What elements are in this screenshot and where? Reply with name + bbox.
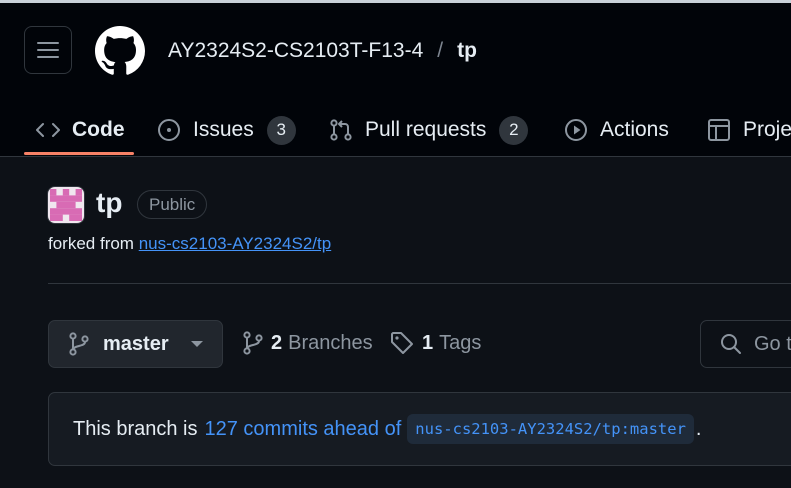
tab-issues[interactable]: Issues 3: [157, 103, 296, 157]
tab-code[interactable]: Code: [36, 103, 125, 157]
pull-requests-count-badge: 2: [499, 115, 529, 145]
header-divider: [48, 283, 791, 284]
branch-selector-button[interactable]: master: [48, 320, 223, 368]
branches-link[interactable]: 2 Branches: [243, 331, 373, 355]
branch-icon: [69, 332, 89, 356]
tab-code-label: Code: [72, 118, 125, 141]
tab-projects-label: Proje: [743, 118, 791, 141]
github-logo[interactable]: [95, 26, 145, 76]
chevron-down-icon: [190, 341, 203, 347]
repo-avatar-identicon: [50, 189, 82, 221]
tab-pull-requests-label: Pull requests: [365, 118, 487, 141]
branches-count: 2: [271, 331, 283, 354]
issues-count-badge: 3: [266, 115, 296, 145]
owner-link[interactable]: AY2324S2-CS2103T-F13-4: [168, 39, 423, 63]
repo-avatar: [47, 186, 85, 224]
tab-pull-requests[interactable]: Pull requests 2: [329, 103, 529, 157]
breadcrumb-separator: /: [437, 39, 444, 62]
table-icon: [708, 119, 730, 141]
tag-icon: [391, 332, 413, 354]
search-icon: [721, 334, 741, 354]
visibility-badge: Public: [137, 190, 208, 219]
commits-ahead-link[interactable]: 127 commits ahead of: [205, 418, 402, 441]
branch-icon: [243, 331, 263, 355]
repo-link[interactable]: tp: [457, 39, 477, 63]
go-to-file-placeholder: Go t: [754, 332, 791, 355]
branch-ahead-banner: This branch is 127 commits ahead of nus-…: [48, 392, 791, 466]
tags-count: 1: [422, 331, 434, 354]
go-to-file-input[interactable]: Go t: [700, 320, 791, 368]
ahead-prefix: This branch is: [73, 417, 198, 440]
play-icon: [565, 119, 587, 141]
tags-link[interactable]: 1 Tags: [390, 331, 481, 355]
code-icon: [36, 123, 60, 137]
issue-icon: [158, 119, 180, 141]
repo-title[interactable]: tp: [96, 187, 122, 219]
tab-issues-label: Issues: [193, 118, 254, 141]
tab-actions-label: Actions: [600, 118, 669, 141]
branch-name: master: [103, 332, 169, 355]
ahead-suffix: .: [695, 417, 702, 440]
fork-source-link[interactable]: nus-cs2103-AY2324S2/tp: [139, 234, 331, 253]
tab-actions[interactable]: Actions: [564, 103, 669, 157]
active-tab-indicator: [24, 152, 134, 155]
repo-header: AY2324S2-CS2103T-F13-4 / tp Code Issues …: [0, 3, 791, 157]
forked-from-prefix: forked from: [48, 234, 134, 253]
branches-label: Branches: [288, 331, 373, 354]
tags-label: Tags: [439, 331, 482, 354]
menu-button[interactable]: [24, 26, 72, 74]
pull-request-icon: [330, 119, 352, 141]
upstream-ref[interactable]: nus-cs2103-AY2324S2/tp:master: [407, 414, 694, 444]
repo-nav: Code Issues 3 Pull requests 2 Actions Pr…: [0, 103, 791, 157]
breadcrumb: AY2324S2-CS2103T-F13-4 / tp: [168, 39, 477, 63]
hamburger-icon: [37, 42, 59, 58]
forked-from: forked from nus-cs2103-AY2324S2/tp: [48, 234, 331, 254]
tab-projects[interactable]: Proje: [707, 103, 791, 157]
